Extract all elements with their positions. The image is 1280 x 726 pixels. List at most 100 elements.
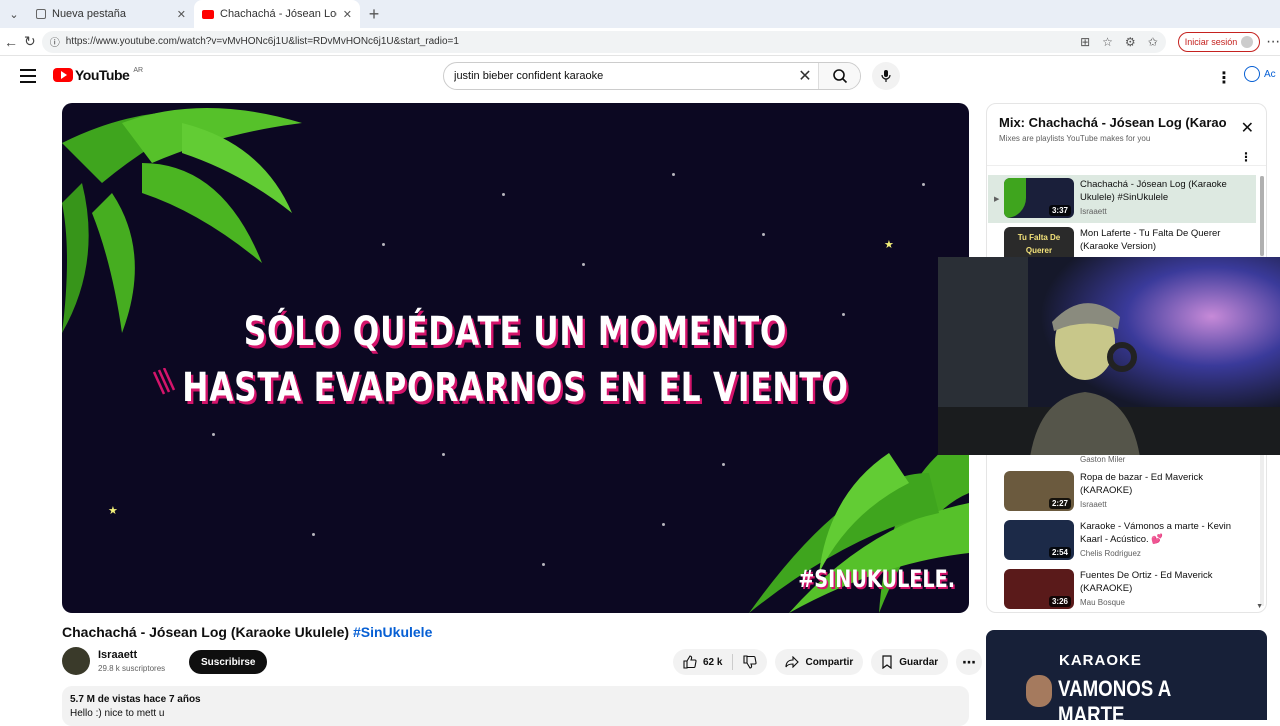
page-icon [36, 9, 46, 19]
subscribe-button[interactable]: Suscribirse [189, 650, 268, 674]
youtube-logo[interactable]: YouTube AR [53, 67, 143, 83]
lyric-line-1: SÓLO QUÉDATE UN MOMENTO [243, 309, 788, 355]
browser-tab-bar: ⌄ Nueva pestaña ✕ Chachachá - Jósean Log… [0, 0, 1280, 28]
promo-face-image [1026, 675, 1052, 707]
favorite-star-icon[interactable]: ☆ [1102, 35, 1113, 49]
like-count: 62 k [703, 656, 723, 668]
clear-search-icon[interactable]: ✕ [792, 66, 818, 86]
tab-new-tab[interactable]: Nueva pestaña ✕ [28, 0, 194, 28]
video-hashtag-link[interactable]: #SinUkulele [353, 624, 432, 640]
playlist-subtitle: Mixes are playlists YouTube makes for yo… [999, 134, 1151, 143]
thumbs-up-icon [683, 655, 697, 669]
account-label: Ac [1264, 68, 1276, 80]
promo-thumbnail[interactable]: KARAOKE VAMONOS A MARTE [986, 630, 1267, 720]
duration-badge: 2:54 [1048, 547, 1071, 558]
extension-icon[interactable]: ⚙ [1125, 35, 1136, 49]
tab-title: Nueva pestaña [52, 8, 126, 20]
search-button[interactable] [818, 63, 860, 89]
video-thumbnail: 3:37 [1004, 178, 1074, 218]
webcam-overlay [938, 257, 1280, 455]
new-tab-plus-icon[interactable]: + [360, 0, 388, 28]
item-title: Mon Laferte - Tu Falta De Querer (Karaok… [1080, 228, 1221, 252]
scroll-down-arrow-icon[interactable]: ▼ [1256, 603, 1263, 610]
tab-title: Chachachá - Jósean Log (Karaoke [220, 8, 337, 20]
video-watermark: #SINUKULELE. [798, 565, 955, 593]
save-button[interactable]: Guardar [871, 649, 949, 675]
item-title: Ropa de bazar - Ed Maverick (KARAOKE) [1080, 472, 1204, 496]
share-icon [785, 656, 800, 668]
channel-info: Israaett 29.8 k suscriptores [62, 647, 165, 675]
sign-in-button[interactable]: Iniciar sesión [1177, 31, 1261, 52]
youtube-favicon-icon [202, 9, 214, 19]
description-box[interactable]: 5.7 M de vistas hace 7 años Hello :) nic… [62, 686, 969, 726]
settings-kebab-icon[interactable]: ⋮ [1216, 68, 1232, 88]
thumbnail-text: Tu Falta De Querer [1017, 233, 1061, 255]
tab-list-menu-icon[interactable]: ⌄ [0, 0, 28, 28]
promo-line-1: KARAOKE [1059, 652, 1142, 669]
favorites-icon[interactable]: ✩ [1148, 35, 1158, 49]
browser-menu-icon[interactable]: ⋯ [1266, 31, 1280, 53]
more-actions-icon[interactable]: ⋯ [956, 649, 983, 675]
account-icon [1244, 66, 1260, 82]
star-icon: ★ [884, 239, 894, 251]
hamburger-menu-icon[interactable] [20, 67, 36, 85]
duration-badge: 3:26 [1048, 596, 1071, 607]
now-playing-icon: ▶ [994, 196, 1000, 203]
playlist-item[interactable]: ▶ 3:37 Chachachá - Jósean Log (Karaoke U… [988, 175, 1256, 223]
search-input[interactable] [444, 70, 792, 82]
playlist-item[interactable]: 3:26 Fuentes De Ortiz - Ed Maverick (KAR… [988, 566, 1256, 612]
dislike-button[interactable] [733, 655, 767, 669]
lyric-line-2: HASTA EVAPORARNOS EN EL VIENTO [182, 365, 849, 411]
country-code: AR [133, 67, 144, 74]
search-box: ✕ [443, 62, 861, 90]
search-icon [832, 69, 847, 84]
subscriber-count: 29.8 k suscriptores [98, 664, 166, 673]
youtube-play-icon [53, 68, 73, 82]
like-button[interactable]: 62 k [673, 654, 734, 670]
video-thumbnail: 2:54 [1004, 520, 1074, 560]
video-player[interactable]: ★ ★ SÓLO QUÉDATE UN MOMENTO HASTA EVAPOR… [62, 103, 969, 613]
share-button[interactable]: Compartir [775, 649, 864, 675]
item-channel: Mau Bosque [1080, 598, 1125, 607]
video-title-text: Chachachá - Jósean Log (Karaoke Ukulele) [62, 624, 350, 640]
video-thumbnail: 3:26 [1004, 569, 1074, 609]
thumbs-down-icon [743, 655, 758, 669]
like-dislike-group: 62 k [673, 649, 768, 675]
close-icon[interactable]: ✕ [343, 8, 352, 21]
close-icon[interactable]: ✕ [1241, 118, 1254, 138]
app-available-icon[interactable]: ⊞ [1080, 35, 1090, 49]
item-title: Fuentes De Ortiz - Ed Maverick (KARAOKE) [1080, 570, 1213, 594]
logo-text: YouTube [75, 67, 130, 83]
playlist-title[interactable]: Mix: Chachachá - Jósean Log (Karaoke Uku… [999, 115, 1227, 130]
voice-search-button[interactable] [872, 62, 900, 90]
save-label: Guardar [899, 656, 939, 668]
item-channel: Chelis Rodriguez [1080, 549, 1141, 558]
description-text: Hello :) nice to mett u [70, 708, 165, 719]
url-field[interactable]: ⓘ https://www.youtube.com/watch?v=vMvHON… [41, 30, 1166, 53]
channel-name[interactable]: Israaett [98, 649, 165, 661]
tab-youtube[interactable]: Chachachá - Jósean Log (Karaoke ✕ [194, 0, 360, 28]
view-count-date: 5.7 M de vistas hace 7 años [70, 694, 201, 705]
video-thumbnail: 2:27 [1004, 471, 1074, 511]
back-arrow-icon[interactable]: ← [4, 31, 18, 53]
site-info-icon[interactable]: ⓘ [50, 34, 60, 49]
item-channel: Gaston Miler [1080, 455, 1126, 464]
bookmark-icon [882, 655, 892, 669]
browser-address-bar: ← ↻ ⓘ https://www.youtube.com/watch?v=vM… [0, 28, 1280, 56]
profile-avatar-icon [1241, 35, 1254, 48]
item-channel: Israaett [1080, 207, 1107, 216]
youtube-header: YouTube AR ✕ ⋮ Ac [0, 56, 1280, 96]
item-title: Karaoke - Vámonos a marte - Kevin Kaarl … [1080, 521, 1232, 545]
channel-avatar[interactable] [62, 647, 90, 675]
sign-in-account-button[interactable]: Ac [1244, 66, 1276, 82]
video-actions: 62 k Compartir Guardar ⋯ [673, 649, 983, 675]
streamer-figure [1030, 303, 1140, 455]
duration-badge: 3:37 [1048, 205, 1071, 216]
playlist-menu-icon[interactable]: ⋮ [1240, 150, 1252, 164]
item-title: Chachachá - Jósean Log (Karaoke Ukulele)… [1080, 179, 1227, 203]
reload-icon[interactable]: ↻ [24, 31, 36, 53]
playlist-item[interactable]: 2:54 Karaoke - Vámonos a marte - Kevin K… [988, 517, 1256, 565]
sign-in-label: Iniciar sesión [1184, 36, 1238, 47]
playlist-item[interactable]: 2:27 Ropa de bazar - Ed Maverick (KARAOK… [988, 468, 1256, 516]
close-icon[interactable]: ✕ [177, 8, 186, 21]
